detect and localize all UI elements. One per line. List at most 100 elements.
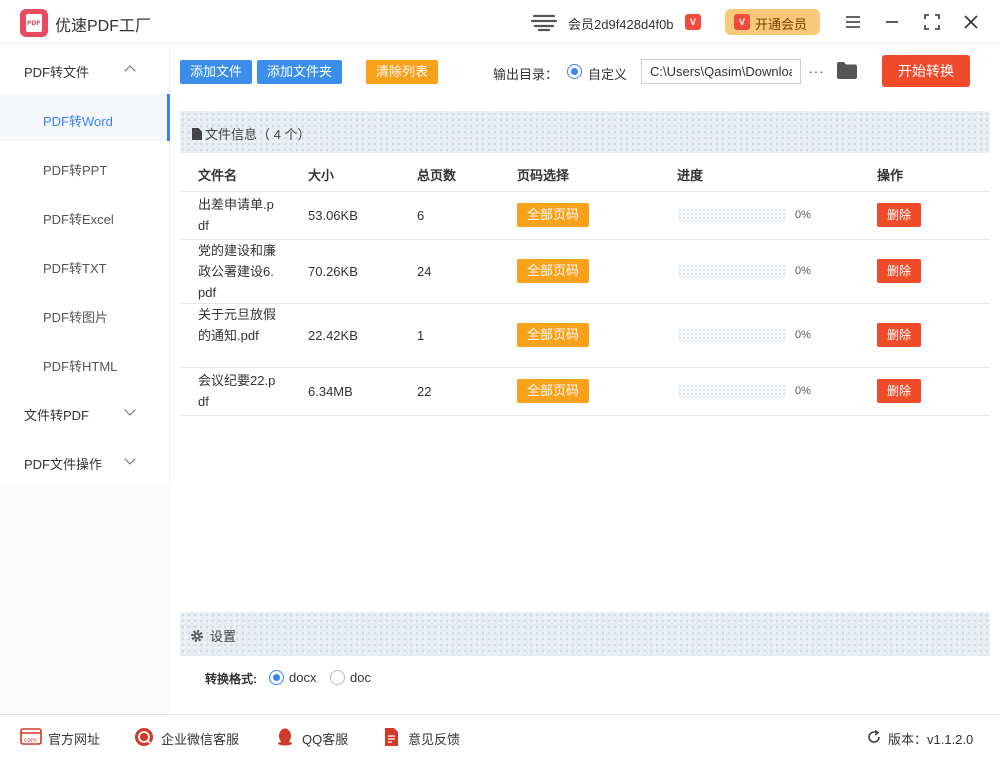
progress-text: 0%: [795, 329, 811, 341]
progress-bar: [678, 328, 786, 342]
sidebar-active-indicator: [167, 94, 170, 141]
column-header-size: 大小: [308, 168, 335, 183]
member-avatar-icon: [530, 14, 558, 32]
website-link[interactable]: 官方网址: [48, 729, 100, 748]
format-docx-label: docx: [289, 670, 317, 685]
refresh-icon[interactable]: [866, 729, 882, 745]
open-vip-button[interactable]: V 开通会员: [725, 9, 820, 35]
start-convert-button[interactable]: 开始转换: [882, 55, 970, 87]
version-label: 版本：v1.1.2.0: [888, 732, 974, 747]
page-select-button[interactable]: 全部页码: [517, 323, 589, 347]
column-header-progress: 进度: [677, 168, 704, 183]
gear-icon: [191, 630, 203, 642]
column-header-action: 操作: [877, 168, 904, 183]
member-level-icon: V: [685, 14, 701, 30]
table-divider: [180, 415, 990, 416]
folder-icon[interactable]: [837, 62, 857, 79]
qq-service-link[interactable]: QQ客服: [302, 729, 348, 748]
output-dir-label: 输出目录：: [493, 67, 559, 82]
sidebar-item-pdf-to-excel[interactable]: PDF转Excel: [43, 209, 114, 228]
svg-text:com: com: [24, 737, 37, 744]
delete-button[interactable]: 删除: [877, 379, 921, 403]
file-size: 70.26KB: [308, 264, 358, 279]
table-divider: [180, 191, 990, 192]
sidebar: PDF转文件 PDF转Word PDF转PPT PDF转Excel PDF转TX…: [0, 45, 170, 485]
progress-bar: [678, 208, 786, 222]
open-vip-label: 开通会员: [755, 17, 808, 32]
app-title: 优速PDF工厂: [55, 18, 152, 35]
custom-output-radio[interactable]: [567, 64, 582, 79]
progress-bar: [678, 384, 786, 398]
delete-button[interactable]: 删除: [877, 203, 921, 227]
column-header-name: 文件名: [198, 168, 238, 183]
file-panel-title: 文件信息（ 4 个）: [192, 124, 310, 143]
website-icon[interactable]: com: [20, 727, 42, 747]
file-size: 53.06KB: [308, 208, 358, 223]
menu-icon[interactable]: [841, 10, 865, 34]
file-pages: 6: [417, 208, 425, 223]
table-divider: [180, 367, 990, 368]
delete-button[interactable]: 删除: [877, 323, 921, 347]
settings-title: 设置: [190, 626, 236, 645]
file-name: 出差申请单.pdf: [198, 197, 274, 233]
sidebar-item-pdf-to-html[interactable]: PDF转HTML: [43, 356, 117, 375]
file-pages: 1: [417, 328, 425, 343]
page-select-button[interactable]: 全部页码: [517, 203, 589, 227]
table-divider: [180, 239, 990, 240]
more-options-button[interactable]: ···: [808, 63, 825, 79]
format-doc-radio[interactable]: [330, 670, 345, 685]
sidebar-item-pdf-to-ppt[interactable]: PDF转PPT: [43, 160, 107, 179]
custom-output-label: 自定义: [588, 67, 628, 82]
column-header-pages: 总页数: [417, 168, 457, 183]
close-icon[interactable]: [959, 10, 983, 34]
sidebar-item-pdf-to-image[interactable]: PDF转图片: [43, 307, 108, 326]
settings-title-text: 设置: [210, 629, 237, 644]
file-panel-title-text: 文件信息（ 4 个）: [205, 127, 311, 142]
maximize-icon[interactable]: [920, 10, 944, 34]
format-docx-radio[interactable]: [269, 670, 284, 685]
document-icon: [192, 128, 202, 140]
feedback-icon[interactable]: [380, 727, 402, 747]
sidebar-empty-area: [0, 485, 170, 713]
sidebar-group-file-to-pdf[interactable]: 文件转PDF: [24, 405, 89, 424]
add-folder-button[interactable]: 添加文件夹: [257, 60, 342, 84]
file-size: 6.34MB: [308, 384, 353, 399]
file-name: 关于元旦放假的通知.pdf: [198, 307, 277, 343]
progress-text: 0%: [795, 209, 811, 221]
file-size: 22.42KB: [308, 328, 358, 343]
wechat-service-link[interactable]: 企业微信客服: [161, 729, 239, 748]
member-name[interactable]: 会员2d9f428d4f0b: [568, 14, 674, 33]
title-bar: PDF 优速PDF工厂 会员2d9f428d4f0b V V 开通会员: [0, 0, 1000, 44]
file-name: 党的建设和廉政公署建设6.pdf: [198, 243, 277, 300]
add-file-button[interactable]: 添加文件: [180, 60, 252, 84]
clear-list-button[interactable]: 清除列表: [366, 60, 438, 84]
page-select-button[interactable]: 全部页码: [517, 259, 589, 283]
file-name: 会议纪要22.pdf: [198, 373, 276, 409]
footer: com 官方网址 企业微信客服 QQ客服 意见反馈 版本：v1.1.2.0: [0, 714, 1000, 760]
page-select-button[interactable]: 全部页码: [517, 379, 589, 403]
delete-button[interactable]: 删除: [877, 259, 921, 283]
chevron-up-icon[interactable]: [124, 65, 136, 77]
format-doc-label: doc: [350, 670, 371, 685]
column-header-page-select: 页码选择: [517, 168, 570, 183]
format-label: 转换格式:: [205, 672, 257, 686]
chevron-down-icon[interactable]: [124, 453, 136, 465]
progress-text: 0%: [795, 265, 811, 277]
file-pages: 22: [417, 384, 432, 399]
minimize-icon[interactable]: [880, 10, 904, 34]
progress-text: 0%: [795, 385, 811, 397]
wechat-service-icon[interactable]: [133, 727, 155, 747]
vip-icon: V: [734, 14, 750, 30]
file-pages: 24: [417, 264, 432, 279]
sidebar-group-pdf-to-file[interactable]: PDF转文件: [24, 62, 89, 81]
progress-bar: [678, 264, 786, 278]
qq-icon[interactable]: [274, 727, 296, 747]
settings-header: [180, 612, 990, 656]
output-path-input[interactable]: [641, 59, 801, 84]
sidebar-item-pdf-to-word[interactable]: PDF转Word: [43, 111, 113, 130]
chevron-down-icon[interactable]: [124, 404, 136, 416]
sidebar-group-pdf-operations[interactable]: PDF文件操作: [24, 454, 102, 473]
logo-text: PDF: [27, 20, 41, 27]
feedback-link[interactable]: 意见反馈: [408, 729, 460, 748]
sidebar-item-pdf-to-txt[interactable]: PDF转TXT: [43, 258, 107, 277]
